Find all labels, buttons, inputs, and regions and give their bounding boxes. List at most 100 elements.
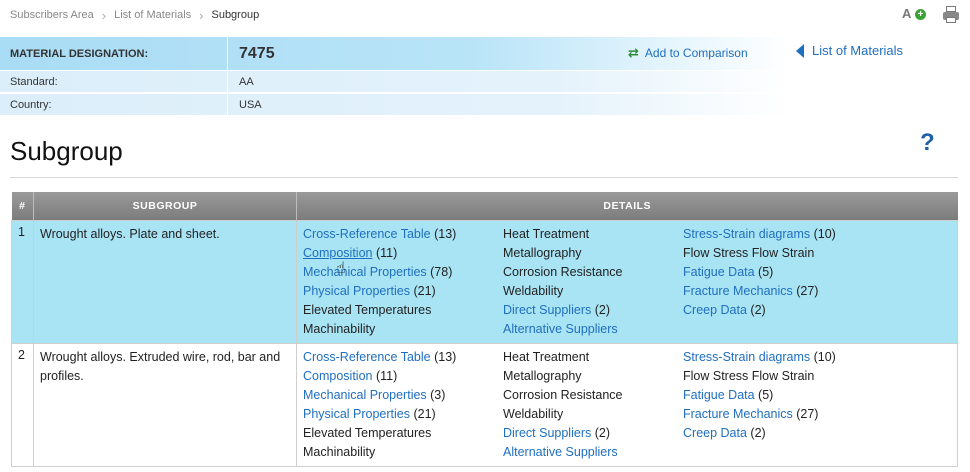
subgroup-name: Wrought alloys. Plate and sheet. <box>33 219 297 344</box>
detail-text: Corrosion Resistance <box>503 387 623 402</box>
detail-count: (10) <box>810 349 836 364</box>
add-to-comparison-label: Add to Comparison <box>644 46 748 60</box>
detail-link[interactable]: Alternative Suppliers <box>503 445 618 459</box>
font-size-plus-icon[interactable]: A + <box>902 6 926 24</box>
detail-count: (3) <box>426 387 446 402</box>
detail-item: Composition (11) <box>303 367 503 386</box>
detail-count: (27) <box>792 283 819 298</box>
detail-link[interactable]: Fracture Mechanics <box>683 407 793 421</box>
breadcrumb-current: Subgroup <box>211 9 260 21</box>
subgroup-name: Wrought alloys. Extruded wire, rod, bar … <box>33 342 297 467</box>
row-number: 2 <box>11 342 34 467</box>
detail-link[interactable]: Creep Data <box>683 426 747 440</box>
detail-item: Metallography <box>503 244 683 263</box>
detail-item: Heat Treatment <box>503 348 683 367</box>
detail-item: Alternative Suppliers <box>503 320 683 339</box>
detail-text: Metallography <box>503 368 582 383</box>
detail-link[interactable]: Stress-Strain diagrams <box>683 227 810 241</box>
detail-text: Flow Stress Flow Strain <box>683 245 815 260</box>
detail-text: Elevated Temperatures <box>303 302 432 317</box>
chevron-right-icon: › <box>101 7 107 23</box>
detail-link[interactable]: Composition <box>303 369 372 383</box>
detail-item: Creep Data (2) <box>683 301 953 320</box>
back-arrow-icon <box>796 43 804 58</box>
column-header-subgroup: SUBGROUP <box>33 192 297 220</box>
detail-text: Heat Treatment <box>503 349 590 364</box>
detail-item: Mechanical Properties (78) <box>303 263 503 282</box>
column-header-num: # <box>11 192 34 220</box>
detail-link[interactable]: Mechanical Properties <box>303 265 427 279</box>
details-cell: Cross-Reference Table (13) Composition (1… <box>296 342 958 467</box>
detail-link[interactable]: Cross-Reference Table <box>303 227 431 241</box>
detail-link[interactable]: Cross-Reference Table <box>303 350 431 364</box>
print-icon[interactable] <box>942 6 960 24</box>
detail-count: (21) <box>410 406 436 421</box>
detail-item: Fatigue Data (5) <box>683 386 953 405</box>
country-value: USA <box>239 98 262 111</box>
plus-icon: + <box>915 9 926 20</box>
detail-link[interactable]: Fatigue Data <box>683 388 755 402</box>
material-designation-value: 7475 <box>239 44 275 62</box>
compare-arrows-icon: ⇄ <box>628 45 639 60</box>
subgroup-table: # SUBGROUP DETAILS 1 Wrought alloys. Plat… <box>11 192 958 467</box>
detail-count: (2) <box>591 425 610 440</box>
detail-text: Weldability <box>503 406 564 421</box>
detail-count: (2) <box>591 302 610 317</box>
detail-count: (11) <box>372 368 398 383</box>
breadcrumb-list-of-materials[interactable]: List of Materials <box>114 9 191 21</box>
detail-text: Machinability <box>303 321 376 336</box>
detail-link[interactable]: Mechanical Properties <box>303 388 427 402</box>
details-cell: Cross-Reference Table (13) Composition (1… <box>296 219 958 344</box>
detail-count: (13) <box>430 226 457 241</box>
detail-item: Flow Stress Flow Strain <box>683 367 953 386</box>
standard-value: AA <box>239 75 254 88</box>
detail-link[interactable]: Physical Properties <box>303 407 410 421</box>
detail-count: (2) <box>746 302 766 317</box>
table-row: 1 Wrought alloys. Plate and sheet. Cross-R… <box>11 219 958 344</box>
help-icon[interactable]: ? <box>920 129 935 157</box>
detail-link[interactable]: Alternative Suppliers <box>503 322 618 336</box>
detail-link[interactable]: Physical Properties <box>303 284 410 298</box>
detail-item: Creep Data (2) <box>683 424 953 443</box>
detail-link[interactable]: Direct Suppliers <box>503 426 591 440</box>
detail-link[interactable]: Creep Data <box>683 303 747 317</box>
country-label: Country: <box>0 94 228 115</box>
list-of-materials-link[interactable]: List of Materials <box>796 43 903 58</box>
detail-item: Direct Suppliers (2) <box>503 301 683 320</box>
detail-item: Alternative Suppliers <box>503 443 683 462</box>
title-divider <box>10 177 958 178</box>
table-header-row: # SUBGROUP DETAILS <box>11 192 958 220</box>
details-column: Heat Treatment Metallography Corrosion Res… <box>503 225 683 339</box>
detail-count: (78) <box>426 264 453 279</box>
detail-count: (2) <box>746 425 766 440</box>
detail-item: Machinability <box>303 320 503 339</box>
detail-item: Weldability <box>503 282 683 301</box>
detail-text: Elevated Temperatures <box>303 425 432 440</box>
column-header-details: DETAILS <box>296 192 958 220</box>
detail-item: Mechanical Properties (3) <box>303 386 503 405</box>
page-title: Subgroup <box>10 136 123 166</box>
add-to-comparison-link[interactable]: ⇄ Add to Comparison <box>628 45 748 61</box>
detail-link[interactable]: Stress-Strain diagrams <box>683 350 810 364</box>
list-of-materials-label: List of Materials <box>812 43 904 58</box>
top-toolbar: A + <box>902 6 960 24</box>
detail-item: Elevated Temperatures <box>303 424 503 443</box>
detail-count: (5) <box>754 387 774 402</box>
detail-item: Fracture Mechanics (27) <box>683 405 953 424</box>
detail-text: Heat Treatment <box>503 226 590 241</box>
breadcrumb-subscribers-area[interactable]: Subscribers Area <box>10 9 94 21</box>
detail-item: Weldability <box>503 405 683 424</box>
detail-link[interactable]: Direct Suppliers <box>503 303 591 317</box>
detail-item: Physical Properties (21) <box>303 282 503 301</box>
detail-link[interactable]: Fatigue Data <box>683 265 755 279</box>
row-number: 1 <box>11 219 34 344</box>
detail-text: Metallography <box>503 245 582 260</box>
detail-item: Corrosion Resistance <box>503 386 683 405</box>
table-row: 2 Wrought alloys. Extruded wire, rod, bar… <box>11 342 958 467</box>
detail-item: Corrosion Resistance <box>503 263 683 282</box>
detail-item: Cross-Reference Table (13) <box>303 348 503 367</box>
detail-item: Composition (11) <box>303 244 503 263</box>
details-column: Stress-Strain diagrams (10) Flow Stress F… <box>683 225 953 339</box>
detail-link[interactable]: Fracture Mechanics <box>683 284 793 298</box>
detail-item: Heat Treatment <box>503 225 683 244</box>
